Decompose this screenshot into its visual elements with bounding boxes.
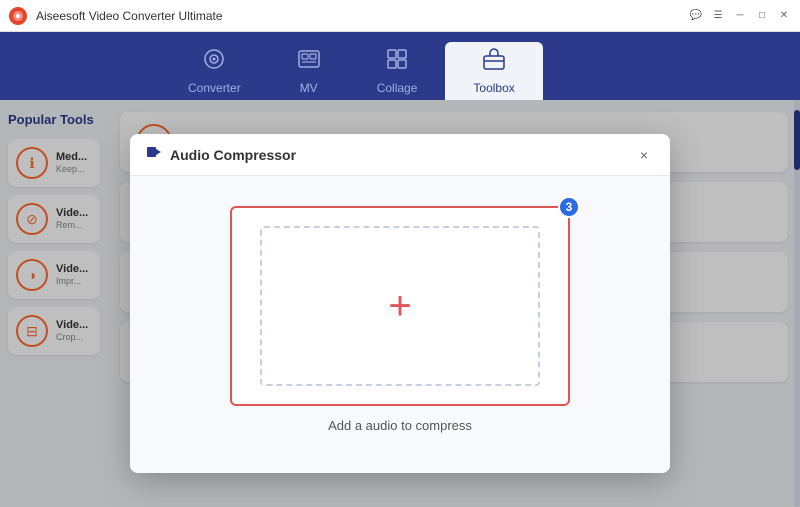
window-controls: 💬 ☰ ─ □ ✕ — [688, 8, 792, 24]
tab-mv-label: MV — [300, 81, 318, 95]
app-title: Aiseesoft Video Converter Ultimate — [36, 9, 688, 23]
tab-toolbox[interactable]: Toolbox — [445, 42, 542, 100]
minimize-button[interactable]: ─ — [732, 8, 748, 24]
app-logo — [8, 6, 28, 26]
modal-close-button[interactable]: × — [634, 145, 654, 165]
drop-area-inner: + — [260, 226, 540, 386]
modal-title: Audio Compressor — [170, 147, 626, 163]
close-button[interactable]: ✕ — [776, 8, 792, 24]
chat-button[interactable]: 💬 — [688, 8, 704, 24]
tab-mv[interactable]: MV — [269, 42, 349, 100]
tab-toolbox-label: Toolbox — [473, 81, 514, 95]
modal-header-icon — [146, 144, 162, 165]
tab-collage[interactable]: Collage — [349, 42, 446, 100]
toolbox-icon — [482, 47, 506, 77]
tab-collage-label: Collage — [377, 81, 418, 95]
modal-overlay: Audio Compressor × + 3 Add a audio to co… — [0, 100, 800, 507]
mv-icon — [297, 47, 321, 77]
modal-header: Audio Compressor × — [130, 134, 670, 176]
drop-label: Add a audio to compress — [328, 418, 472, 433]
main-content: Popular Tools ℹ Med... Keep... ⊘ Vide...… — [0, 100, 800, 507]
tab-converter-label: Converter — [188, 81, 241, 95]
badge-count: 3 — [558, 196, 580, 218]
converter-icon — [202, 47, 226, 77]
tab-converter[interactable]: Converter — [160, 42, 269, 100]
drop-area[interactable]: + — [230, 206, 570, 406]
audio-compressor-modal: Audio Compressor × + 3 Add a audio to co… — [130, 134, 670, 473]
menu-button[interactable]: ☰ — [710, 8, 726, 24]
modal-body: + 3 Add a audio to compress — [130, 176, 670, 473]
drop-plus-icon: + — [388, 286, 411, 326]
drop-area-wrapper: + 3 — [230, 206, 570, 406]
maximize-button[interactable]: □ — [754, 8, 770, 24]
collage-icon — [385, 47, 409, 77]
nav-bar: Converter MV Collage — [0, 32, 800, 100]
title-bar: Aiseesoft Video Converter Ultimate 💬 ☰ ─… — [0, 0, 800, 32]
